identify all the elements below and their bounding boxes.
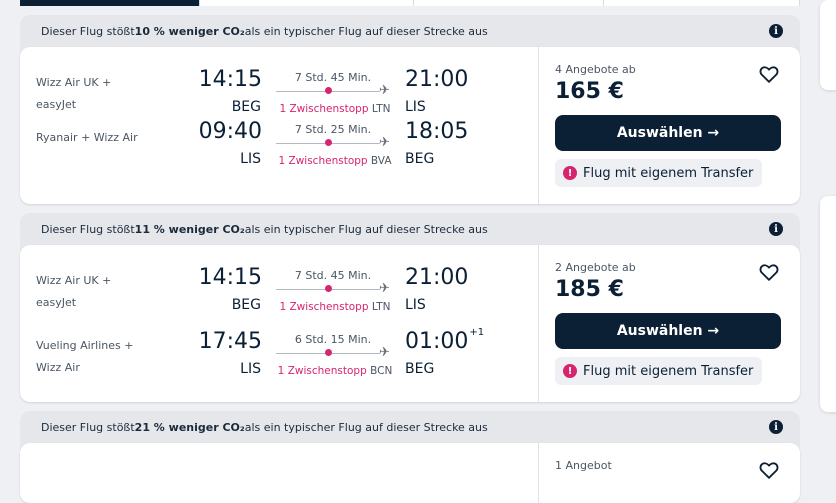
co2-notice: Dieser Flug stößt 11 % weniger CO₂ als e… — [20, 213, 800, 245]
co2-notice: Dieser Flug stößt 10 % weniger CO₂ als e… — [20, 15, 800, 47]
sort-tab[interactable] — [413, 0, 605, 6]
price: 165 € — [555, 79, 624, 104]
return-leg: Ryanair + Wizz Air 09:40 LIS 7 Std. 25 M… — [20, 113, 538, 173]
outbound-leg: Wizz Air UK + easyJet 14:15 BEG 7 Std. 45… — [20, 245, 538, 313]
duration: 7 Std. 45 Min. — [294, 71, 372, 84]
departure-time: 14:15 — [198, 265, 262, 290]
outbound-leg: Wizz Air UK + easyJet 14:15 BEG 7 Std. 45… — [20, 47, 538, 115]
alert-icon: ! — [563, 364, 577, 378]
stop-dot — [325, 87, 332, 94]
stop-dot — [325, 285, 332, 292]
arrival-time: 18:05 — [405, 119, 469, 144]
flight-card: Dieser Flug stößt 11 % weniger CO₂ als e… — [20, 213, 800, 402]
info-icon[interactable]: i — [769, 420, 783, 434]
side-panel — [820, 0, 836, 90]
stops-info: 1 Zwischenstopp BCN — [277, 365, 393, 377]
co2-notice: Dieser Flug stößt 21 % weniger CO₂ als e… — [20, 411, 800, 443]
arrival-time: 01:00+1 — [405, 327, 485, 354]
self-transfer-badge[interactable]: ! Flug mit eigenem Transfer — [555, 357, 763, 385]
departure-time: 14:15 — [198, 67, 262, 92]
arrival-time: 21:00 — [405, 67, 469, 92]
airline-name: Wizz Air UK + easyJet — [36, 274, 112, 309]
plane-icon: ✈ — [379, 281, 390, 296]
flight-card: Dieser Flug stößt 10 % weniger CO₂ als e… — [20, 15, 800, 204]
flight-card: Dieser Flug stößt 21 % weniger CO₂ als e… — [20, 411, 800, 503]
airline-name: Wizz Air UK + easyJet — [36, 76, 112, 111]
divider — [538, 245, 539, 402]
arrival-airport: BEG — [405, 151, 435, 167]
flight-details[interactable]: Wizz Air UK + easyJet 14:15 BEG 7 Std. 45… — [20, 47, 800, 204]
next-day-indicator: +1 — [469, 327, 485, 338]
departure-time: 17:45 — [198, 329, 262, 354]
info-icon[interactable]: i — [769, 222, 783, 236]
select-button[interactable]: Auswählen → — [555, 115, 781, 151]
departure-airport: LIS — [240, 361, 261, 377]
divider — [538, 443, 539, 503]
heart-icon[interactable] — [758, 63, 780, 85]
self-transfer-badge[interactable]: ! Flug mit eigenem Transfer — [555, 159, 763, 187]
arrival-airport: BEG — [405, 361, 435, 377]
flight-details[interactable]: 1 Angebot — [20, 443, 800, 503]
airline-name: Vueling Airlines + Wizz Air — [36, 339, 134, 374]
offers-count: 2 Angebote ab — [555, 261, 636, 274]
sort-tab[interactable] — [604, 0, 801, 6]
plane-icon: ✈ — [379, 135, 390, 150]
departure-time: 09:40 — [198, 119, 262, 144]
plane-icon: ✈ — [379, 83, 390, 98]
duration: 6 Std. 15 Min. — [294, 333, 372, 346]
duration: 7 Std. 45 Min. — [294, 269, 372, 282]
divider — [538, 47, 539, 204]
flight-details[interactable]: Wizz Air UK + easyJet 14:15 BEG 7 Std. 45… — [20, 245, 800, 402]
departure-airport: LIS — [240, 151, 261, 167]
plane-icon: ✈ — [379, 345, 390, 360]
stops-info: 1 Zwischenstopp BVA — [278, 155, 392, 167]
sort-tabs-bar — [20, 0, 801, 6]
stop-dot — [325, 349, 332, 356]
airline-name: Ryanair + Wizz Air — [36, 131, 138, 144]
select-button[interactable]: Auswählen → — [555, 313, 781, 349]
heart-icon[interactable] — [758, 459, 780, 481]
stop-dot — [325, 139, 332, 146]
duration: 7 Std. 25 Min. — [294, 123, 372, 136]
offers-count: 1 Angebot — [555, 459, 612, 472]
arrival-time: 21:00 — [405, 265, 469, 290]
offers-count: 4 Angebote ab — [555, 63, 636, 76]
return-leg: Vueling Airlines + Wizz Air 17:45 LIS 6 S… — [20, 311, 538, 377]
sort-tab-active[interactable] — [20, 0, 201, 6]
info-icon[interactable]: i — [769, 24, 783, 38]
side-panel — [820, 196, 836, 412]
alert-icon: ! — [563, 166, 577, 180]
heart-icon[interactable] — [758, 261, 780, 283]
sort-tab[interactable] — [200, 0, 414, 6]
price: 185 € — [555, 277, 624, 302]
